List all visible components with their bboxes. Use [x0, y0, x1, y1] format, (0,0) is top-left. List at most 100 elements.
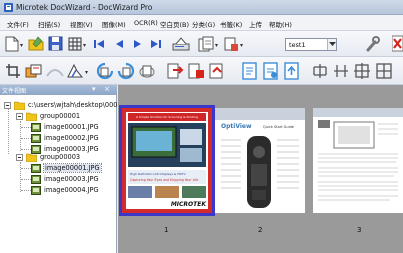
tree-group-row[interactable]: group00001	[0, 111, 117, 122]
split-quad-icon[interactable]	[354, 63, 370, 79]
title-bar: Microtek DocWizard - DocWizard Pro	[0, 0, 403, 15]
main-toolbar: ▾ ▾ ▾ ▾ test1	[0, 31, 403, 57]
page-thumbnail-3[interactable]	[313, 108, 403, 213]
profile-select-value: test1	[289, 41, 306, 49]
image-file-icon	[31, 164, 41, 173]
document-pdf-icon[interactable]	[241, 62, 258, 80]
tree-image-row[interactable]: image00002.JPG	[0, 133, 117, 144]
document-upload-icon[interactable]	[283, 62, 300, 80]
tree-root-label: c:\users\wjtah\desktop\00004\	[28, 101, 129, 109]
edit-toolbar: ▾	[0, 57, 403, 85]
tree-group-label: group00003	[40, 153, 81, 161]
menu-classify[interactable]: 分类(G)	[192, 19, 215, 29]
insert-page-icon[interactable]	[209, 62, 226, 80]
collapse-icon[interactable]	[16, 154, 23, 161]
next-page-icon[interactable]	[132, 38, 144, 50]
previous-page-icon[interactable]	[113, 38, 125, 50]
close-icon[interactable]: ×	[104, 85, 110, 93]
menu-upload[interactable]: 上传	[249, 19, 262, 29]
tree-image-row[interactable]: image00003.JPG	[0, 174, 117, 185]
scan-icon[interactable]	[172, 36, 190, 52]
page-1-brand: MICROTEK	[170, 201, 206, 208]
wrench-icon[interactable]	[365, 36, 380, 52]
page-thumbnail-1[interactable]: A Simple Solution for Scanning & Printin…	[119, 105, 215, 216]
new-document-icon[interactable]	[5, 36, 19, 52]
new-dropdown-arrow-icon[interactable]: ▾	[20, 42, 23, 49]
folder-icon	[14, 101, 25, 110]
rotate-dropdown-arrow-icon[interactable]: ▾	[85, 69, 88, 76]
folder-icon	[26, 153, 37, 162]
last-page-icon[interactable]	[150, 38, 162, 50]
first-page-icon[interactable]	[93, 38, 105, 50]
tree-image-label: image00002.JPG	[44, 134, 99, 142]
page-1-tagline-2: Capturing Your Eyes and Enjoying Your Li…	[130, 178, 199, 182]
tree-image-row[interactable]: image00001.JPG	[0, 122, 117, 133]
flip-icon[interactable]	[138, 62, 156, 80]
page-thumbnail-workspace: A Simple Solution for Scanning & Printin…	[118, 85, 403, 253]
copy-page-icon[interactable]	[198, 36, 214, 52]
page-number-3: 3	[357, 226, 362, 234]
rotate-left-icon[interactable]	[96, 62, 114, 80]
panel-title: 文件视图	[2, 88, 27, 95]
folder-icon	[26, 112, 37, 121]
export-dropdown-arrow-icon[interactable]: ▾	[240, 42, 243, 49]
page-number-2: 2	[258, 226, 263, 234]
menu-bookmark[interactable]: 书籤(K)	[220, 19, 242, 29]
auto-crop-icon[interactable]	[25, 63, 42, 79]
delete-icon[interactable]	[392, 35, 403, 52]
collapse-icon[interactable]	[16, 113, 23, 120]
tree-image-label: image00001.JPG	[43, 163, 102, 173]
grid-split-icon[interactable]	[376, 63, 392, 79]
image-file-icon	[31, 123, 41, 132]
app-logo-icon	[4, 3, 13, 12]
page-1-product-photo	[128, 123, 206, 167]
page-thumbnail-2[interactable]: OptiView Quick Start Guide	[215, 108, 305, 213]
tree-group-row[interactable]: group00003	[0, 152, 117, 163]
tree-image-label: image00004.JPG	[44, 186, 99, 194]
window-title: Microtek DocWizard - DocWizard Pro	[16, 3, 153, 12]
profile-select[interactable]: test1	[285, 38, 337, 51]
rotate-icon[interactable]	[66, 63, 84, 79]
page-2-brand: OptiView	[221, 123, 252, 130]
menu-ocr[interactable]: OCR(R)	[134, 19, 158, 27]
pin-icon[interactable]: ▾	[92, 85, 96, 93]
grid-view-icon[interactable]	[68, 37, 82, 51]
menu-blank-page[interactable]: 空白页(B)	[160, 19, 189, 29]
rotate-right-icon[interactable]	[117, 62, 135, 80]
split-horizontal-icon[interactable]	[333, 63, 349, 79]
deskew-icon[interactable]	[46, 64, 64, 78]
tree-image-label: image00003.JPG	[44, 175, 99, 183]
page-1-image-strip	[128, 186, 206, 198]
document-text-icon[interactable]	[262, 62, 279, 80]
page-number-1: 1	[164, 226, 169, 234]
image-file-icon	[31, 134, 41, 143]
save-icon[interactable]	[48, 36, 63, 51]
copy-dropdown-arrow-icon[interactable]: ▾	[215, 42, 218, 49]
chevron-down-icon[interactable]	[327, 39, 336, 50]
split-page-icon[interactable]	[188, 62, 205, 80]
split-vertical-icon[interactable]	[312, 63, 328, 79]
document-tree-panel: 文件视图 ▾ × c:\users\wjtah\desktop\00004\ g…	[0, 85, 128, 253]
tree-image-label: image00001.JPG	[44, 123, 99, 131]
export-page-icon[interactable]	[223, 36, 239, 52]
crop-icon[interactable]	[5, 63, 21, 79]
page-3-text-diagram	[318, 120, 398, 201]
menu-view[interactable]: 视图(V)	[70, 19, 93, 29]
tree-image-row-selected[interactable]: image00001.JPG	[0, 163, 117, 174]
grid-dropdown-arrow-icon[interactable]: ▾	[83, 42, 86, 49]
merge-pages-icon[interactable]	[167, 62, 184, 80]
page-2-remote-diagram	[221, 136, 299, 208]
tree-group-label: group00001	[40, 112, 81, 120]
menu-scan[interactable]: 扫描(S)	[38, 19, 60, 29]
tree-root-row[interactable]: c:\users\wjtah\desktop\00004\	[0, 100, 128, 111]
panel-header: 文件视图 ▾ ×	[0, 85, 117, 95]
image-file-icon	[31, 186, 41, 195]
menu-help[interactable]: 帮助(H)	[269, 19, 292, 29]
tree-image-row[interactable]: image00004.JPG	[0, 185, 117, 196]
open-folder-icon[interactable]	[28, 36, 44, 52]
menu-file[interactable]: 文件(F)	[7, 19, 29, 29]
collapse-icon[interactable]	[4, 102, 11, 109]
page-2-subtitle: Quick Start Guide	[263, 125, 294, 129]
image-file-icon	[31, 175, 41, 184]
menu-image[interactable]: 图像(M)	[102, 19, 126, 29]
